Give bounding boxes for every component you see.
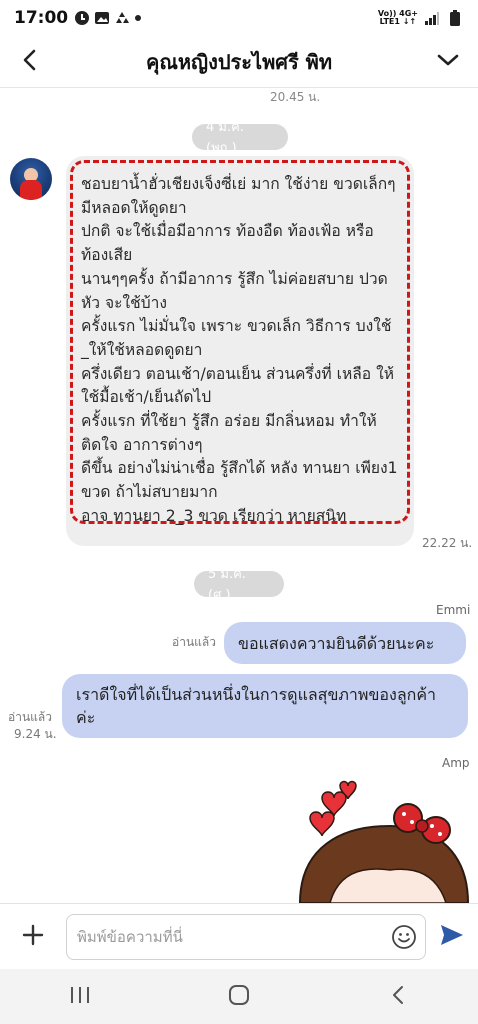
- message-input[interactable]: [67, 916, 367, 957]
- back-button[interactable]: [0, 36, 60, 88]
- outgoing-message-text: เราดีใจที่ได้เป็นส่วนหนึ่งในการดูแลสุขภา…: [76, 685, 436, 727]
- outgoing-message-bubble[interactable]: เราดีใจที่ได้เป็นส่วนหนึ่งในการดูแลสุขภา…: [62, 674, 468, 738]
- read-receipt: อ่านแล้ว: [172, 635, 216, 649]
- incoming-message-text: ชอบยาน้ำฮั่วเชียงเจ็งซี่เย่ มาก ใช้ง่าย …: [81, 175, 398, 525]
- chat-menu-button[interactable]: [418, 36, 478, 88]
- message-input-box[interactable]: [66, 913, 426, 960]
- home-button[interactable]: [194, 969, 284, 1024]
- network-label-bottom: LTE1 ↓↑: [379, 17, 417, 26]
- chevron-left-icon: [20, 48, 40, 76]
- chat-area[interactable]: 20.45 น. 4 ม.ค. (พฤ.) ชอบยาน้ำฮั่วเชียงเ…: [0, 88, 478, 903]
- battery-icon: [450, 10, 460, 26]
- send-icon: [439, 923, 465, 951]
- highlight-box: ชอบยาน้ำฮั่วเชียงเจ็งซี่เย่ มาก ใช้ง่าย …: [70, 160, 410, 525]
- incoming-message-time: 22.22 น.: [422, 536, 473, 550]
- status-time: 17:00: [14, 8, 69, 28]
- outgoing-message-bubble[interactable]: ขอแสดงความยินดีด้วยนะคะ: [224, 622, 466, 664]
- message-composer: [0, 903, 478, 969]
- gallery-icon: [94, 10, 110, 26]
- send-button[interactable]: [426, 904, 478, 970]
- sender-name: Amp: [442, 756, 470, 770]
- avatar-shirt: [20, 180, 42, 200]
- chevron-down-icon: [436, 52, 460, 72]
- outgoing-message-text: ขอแสดงความยินดีด้วยนะคะ: [238, 634, 435, 653]
- chat-header: คุณหญิงประไพศรี พิท: [0, 36, 478, 88]
- line-app-icon: [74, 10, 90, 26]
- avatar[interactable]: [10, 158, 52, 200]
- date-separator: 4 ม.ค. (พฤ.): [192, 120, 288, 156]
- sender-name: Emmi: [436, 603, 471, 617]
- outgoing-message-time: 9.24 น.: [14, 727, 57, 741]
- system-back-button[interactable]: [353, 969, 443, 1024]
- home-icon: [228, 984, 250, 1010]
- plus-icon: [21, 923, 45, 951]
- dot-icon: [134, 14, 142, 22]
- smiley-icon[interactable]: [391, 924, 417, 954]
- network-status: Vo)) 4G+ LTE1 ↓↑: [378, 10, 418, 26]
- system-navigation-bar: [0, 969, 478, 1024]
- add-button[interactable]: [0, 904, 66, 970]
- recent-apps-button[interactable]: [35, 969, 125, 1024]
- sticker-image[interactable]: [290, 778, 478, 903]
- signal-icon: [424, 11, 440, 25]
- back-icon: [390, 984, 406, 1010]
- status-bar: 17:00 Vo)) 4G+ LTE1 ↓↑: [0, 0, 478, 36]
- date-separator: 5 ม.ค. (ศ.): [194, 567, 284, 603]
- previous-message-time: 20.45 น.: [270, 90, 321, 104]
- recycle-icon: [114, 10, 130, 26]
- recent-apps-icon: [69, 985, 91, 1009]
- chat-title: คุณหญิงประไพศรี พิท: [145, 49, 333, 74]
